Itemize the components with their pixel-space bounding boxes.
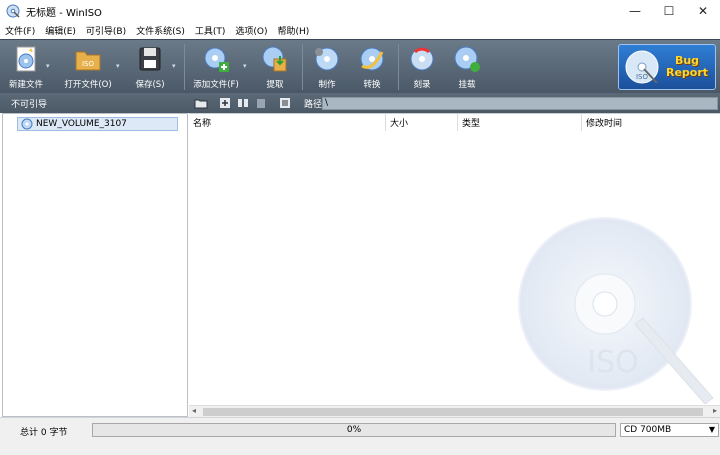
status-bar: 总计 0 字节 0% CD 700MB ▼ xyxy=(0,417,720,455)
open-folder-icon: ISO xyxy=(75,51,101,71)
maximize-button[interactable]: ☐ xyxy=(652,0,686,22)
bug-report-line2: Report xyxy=(666,66,709,79)
close-button[interactable]: ✕ xyxy=(686,0,720,22)
menu-options[interactable]: 选项(O) xyxy=(230,24,272,37)
floppy-icon xyxy=(139,47,161,71)
winiso-app-icon xyxy=(6,4,20,18)
tree-root-volume[interactable]: NEW_VOLUME_3107 xyxy=(17,117,178,131)
main-toolbar: 新建文件 ▾ ISO 打开文件(O) ▾ 保存(S) ▾ 添加文件(F) ▾ 提… xyxy=(0,39,720,93)
toolbar-separator xyxy=(302,44,303,90)
make-label: 制作 xyxy=(318,80,336,90)
scrollbar-thumb[interactable] xyxy=(203,408,703,416)
menu-bar: 文件(F) 编辑(E) 可引导(B) 文件系统(S) 工具(T) 选项(O) 帮… xyxy=(0,22,720,39)
toolbar-separator xyxy=(184,44,185,90)
add-file-dropdown-icon[interactable]: ▾ xyxy=(243,62,247,70)
disc-type-value: CD 700MB xyxy=(624,425,672,435)
progress-text: 0% xyxy=(346,425,362,435)
save-label: 保存(S) xyxy=(135,80,165,90)
add-file-button[interactable]: 添加文件(F) xyxy=(190,40,242,94)
convert-disc-icon xyxy=(360,47,384,71)
menu-file[interactable]: 文件(F) xyxy=(0,24,40,37)
window-title: 无标题 - WinISO xyxy=(26,7,102,19)
tree-root-label: NEW_VOLUME_3107 xyxy=(36,119,127,129)
add-icon[interactable] xyxy=(218,96,232,110)
toolbar-separator xyxy=(398,44,399,90)
bug-report-disc-icon: ISO xyxy=(625,50,659,84)
menu-help[interactable]: 帮助(H) xyxy=(273,24,315,37)
new-file-icon xyxy=(16,46,36,72)
column-header-name[interactable]: 名称 xyxy=(189,114,386,131)
column-header-modified[interactable]: 修改时间 xyxy=(582,114,720,131)
burn-disc-icon xyxy=(410,47,434,71)
scroll-right-icon[interactable]: ▸ xyxy=(713,406,717,415)
watermark-text: ISO xyxy=(587,345,639,380)
burn-label: 刻录 xyxy=(413,80,431,90)
extract-button[interactable]: 提取 xyxy=(258,40,292,94)
save-button[interactable]: 保存(S) xyxy=(128,40,172,94)
mount-button[interactable]: 挂载 xyxy=(450,40,484,94)
volume-tree[interactable]: NEW_VOLUME_3107 xyxy=(2,113,188,417)
file-list-toolbar: 路径: \ xyxy=(188,93,720,113)
disc-type-select[interactable]: CD 700MB ▼ xyxy=(620,423,719,437)
rename-icon[interactable] xyxy=(236,96,250,110)
boot-status-header: 不可引导 xyxy=(0,93,188,113)
burn-button[interactable]: 刻录 xyxy=(405,40,439,94)
delete-icon[interactable] xyxy=(254,96,268,110)
winiso-watermark-icon: ISO xyxy=(518,217,714,404)
svg-text:ISO: ISO xyxy=(636,73,649,81)
horizontal-scrollbar[interactable]: ◂ ▸ xyxy=(189,405,720,417)
new-folder-icon[interactable] xyxy=(194,96,208,110)
open-file-label: 打开文件(O) xyxy=(64,80,112,90)
svg-text:ISO: ISO xyxy=(82,60,95,68)
save-dropdown-icon[interactable]: ▾ xyxy=(172,62,176,70)
title-bar: 无标题 - WinISO — ☐ ✕ xyxy=(0,0,720,22)
progress-bar: 0% xyxy=(92,423,616,437)
menu-edit[interactable]: 编辑(E) xyxy=(40,24,81,37)
new-file-button[interactable]: 新建文件 xyxy=(6,40,46,94)
extract-icon xyxy=(262,46,287,72)
add-file-icon xyxy=(204,47,229,72)
cd-icon xyxy=(21,118,33,130)
new-file-dropdown-icon[interactable]: ▾ xyxy=(46,62,50,70)
convert-button[interactable]: 转换 xyxy=(355,40,389,94)
convert-label: 转换 xyxy=(363,80,381,90)
make-disc-icon xyxy=(315,47,339,71)
open-file-button[interactable]: ISO 打开文件(O) xyxy=(60,40,116,94)
properties-icon[interactable] xyxy=(278,96,292,110)
minimize-button[interactable]: — xyxy=(618,0,652,22)
add-file-label: 添加文件(F) xyxy=(193,80,239,90)
path-field[interactable]: \ xyxy=(322,97,718,110)
new-file-label: 新建文件 xyxy=(8,80,43,90)
scroll-left-icon[interactable]: ◂ xyxy=(192,406,196,415)
mount-disc-icon xyxy=(454,46,480,72)
mount-label: 挂载 xyxy=(458,80,476,90)
total-size-label: 总计 0 字节 xyxy=(20,428,68,438)
extract-label: 提取 xyxy=(266,80,284,90)
chevron-down-icon: ▼ xyxy=(708,425,715,434)
column-header-type[interactable]: 类型 xyxy=(458,114,582,131)
file-list[interactable]: 名称 大小 类型 修改时间 ISO xyxy=(189,113,720,417)
column-header-size[interactable]: 大小 xyxy=(386,114,458,131)
make-button[interactable]: 制作 xyxy=(310,40,344,94)
menu-bootable[interactable]: 可引导(B) xyxy=(81,24,131,37)
open-file-dropdown-icon[interactable]: ▾ xyxy=(116,62,120,70)
bug-report-button[interactable]: ISO Bug Report xyxy=(618,44,716,90)
menu-tools[interactable]: 工具(T) xyxy=(190,24,231,37)
menu-filesystem[interactable]: 文件系统(S) xyxy=(131,24,190,37)
